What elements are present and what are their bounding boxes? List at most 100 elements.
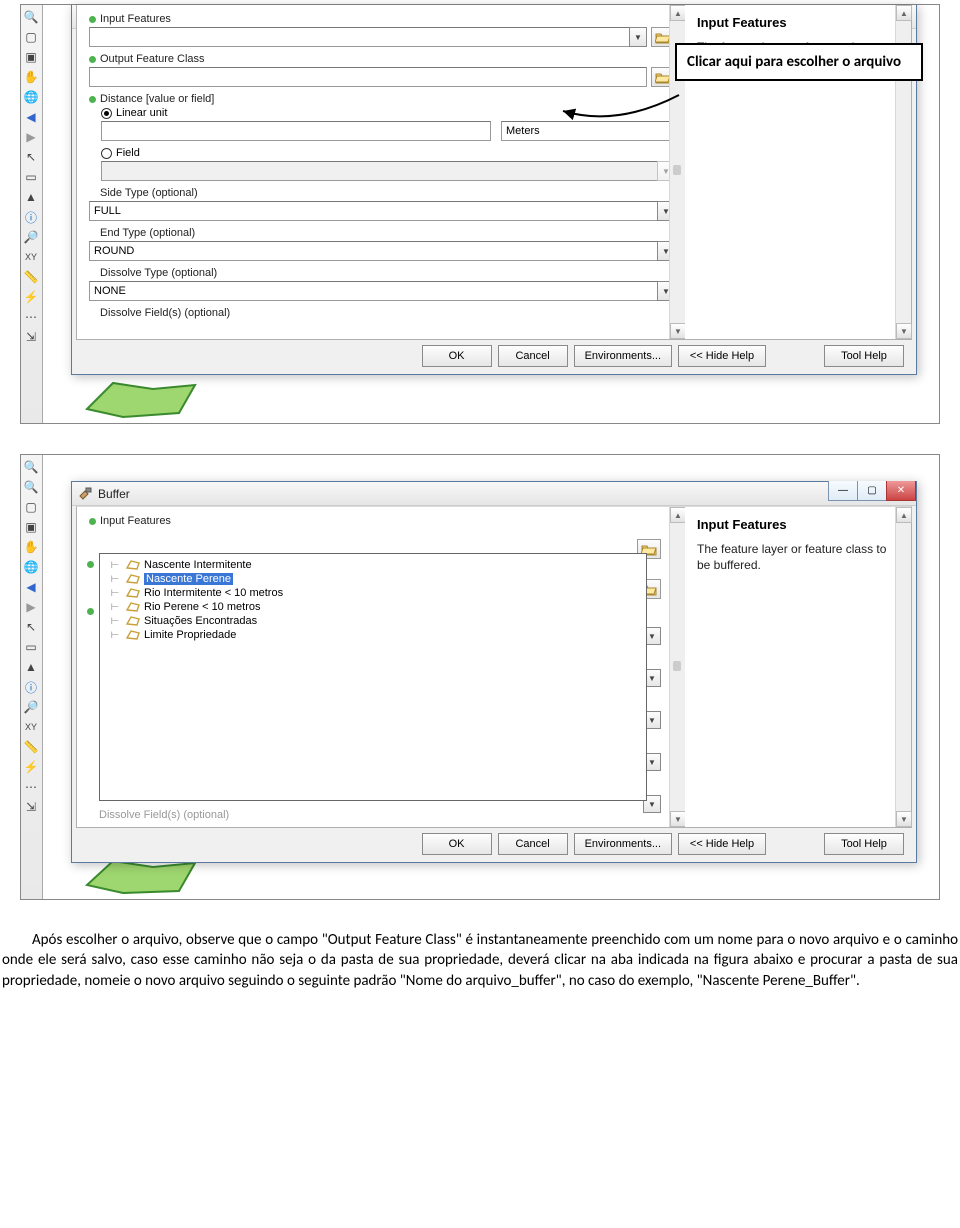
- dropdown-item[interactable]: ⊢Situações Encontradas: [106, 614, 640, 628]
- pan-icon[interactable]: ✋: [23, 69, 39, 85]
- select-icon[interactable]: ↖: [23, 149, 39, 165]
- dropdown-item-label: Rio Perene < 10 metros: [144, 601, 260, 613]
- dropdown-item[interactable]: ⊢Limite Propriedade: [106, 628, 640, 642]
- tool-icon[interactable]: ⇲: [23, 799, 39, 815]
- dialog-title: Buffer: [98, 487, 130, 501]
- globe-icon[interactable]: 🌐: [23, 89, 39, 105]
- scroll-thumb[interactable]: [673, 165, 681, 175]
- find-icon[interactable]: 🔎: [23, 699, 39, 715]
- pointer-icon[interactable]: ▲: [23, 189, 39, 205]
- next-extent-icon[interactable]: ▶: [23, 129, 39, 145]
- fullextent-icon[interactable]: ▢: [23, 499, 39, 515]
- map-polygon-icon: [83, 379, 203, 419]
- distance-label: Distance [value or field]: [100, 93, 214, 105]
- maximize-button[interactable]: ▢: [857, 481, 887, 501]
- vertical-toolbar: 🔍 🔍 ▢ ▣ ✋ 🌐 ◀ ▶ ↖ ▭ ▲ ⓘ 🔎 XY 📏 ⚡ ⋯ ⇲: [21, 455, 43, 899]
- identify-icon[interactable]: ⓘ: [23, 209, 39, 225]
- scroll-down-icon[interactable]: ▼: [896, 323, 912, 339]
- identify-icon[interactable]: ⓘ: [23, 679, 39, 695]
- cancel-button[interactable]: Cancel: [498, 833, 568, 855]
- fullextent-icon[interactable]: ▢: [23, 29, 39, 45]
- minimize-button[interactable]: —: [828, 481, 858, 501]
- dropdown-item[interactable]: ⊢Rio Perene < 10 metros: [106, 600, 640, 614]
- bolt-icon[interactable]: ⚡: [23, 759, 39, 775]
- polygon-layer-icon: [126, 588, 140, 598]
- help-text: The feature layer or feature class to be…: [697, 542, 899, 573]
- end-type-combo[interactable]: [89, 241, 657, 261]
- fixed-zoom-icon[interactable]: ▣: [23, 49, 39, 65]
- xy-icon[interactable]: XY: [23, 249, 39, 265]
- bolt-icon[interactable]: ⚡: [23, 289, 39, 305]
- annotation-text: Clicar aqui para escolher o arquivo: [687, 53, 901, 71]
- scroll-up-icon[interactable]: ▲: [896, 507, 912, 523]
- xy-icon[interactable]: XY: [23, 719, 39, 735]
- ok-button[interactable]: OK: [422, 345, 492, 367]
- cancel-button[interactable]: Cancel: [498, 345, 568, 367]
- polygon-layer-icon: [126, 602, 140, 612]
- dialog-titlebar[interactable]: Buffer — ▢ ✕: [72, 482, 916, 506]
- side-type-label: Side Type (optional): [100, 187, 198, 199]
- tool-help-button[interactable]: Tool Help: [824, 345, 904, 367]
- measure-icon[interactable]: 📏: [23, 739, 39, 755]
- input-features-dropdown-btn[interactable]: ▼: [629, 27, 647, 47]
- measure-icon[interactable]: 📏: [23, 269, 39, 285]
- scroll-down-icon[interactable]: ▼: [670, 323, 685, 339]
- scroll-up-icon[interactable]: ▲: [670, 5, 685, 21]
- fixed-zoom-icon[interactable]: ▣: [23, 519, 39, 535]
- buffer-dialog: Buffer — ▢ ✕ Input Features: [71, 481, 917, 863]
- tree-branch-icon: ⊢: [108, 560, 122, 571]
- prev-extent-icon[interactable]: ◀: [23, 579, 39, 595]
- scroll-up-icon[interactable]: ▲: [896, 5, 912, 21]
- field-combo: [101, 161, 657, 181]
- next-extent-icon[interactable]: ▶: [23, 599, 39, 615]
- form-pane: Input Features ▼ Output Feature Class: [77, 5, 685, 339]
- globe-icon[interactable]: 🌐: [23, 559, 39, 575]
- hide-help-button[interactable]: << Hide Help: [678, 833, 766, 855]
- input-features-dropdown-list[interactable]: ⊢Nascente Intermitente⊢Nascente Perene⊢R…: [99, 553, 647, 801]
- tool-help-button[interactable]: Tool Help: [824, 833, 904, 855]
- pointer-icon[interactable]: ▲: [23, 659, 39, 675]
- scroll-down-icon[interactable]: ▼: [896, 811, 912, 827]
- polygon-layer-icon: [126, 560, 140, 570]
- button-bar: OK Cancel Environments... << Hide Help T…: [76, 830, 912, 858]
- hammer-icon: [78, 487, 92, 501]
- input-features-field[interactable]: [89, 27, 629, 47]
- environments-button[interactable]: Environments...: [574, 833, 672, 855]
- output-fc-field[interactable]: [89, 67, 647, 87]
- dropdown-item[interactable]: ⊢Rio Intermitente < 10 metros: [106, 586, 640, 600]
- environments-button[interactable]: Environments...: [574, 345, 672, 367]
- side-type-combo[interactable]: [89, 201, 657, 221]
- close-button[interactable]: ✕: [886, 481, 916, 501]
- tool-icon[interactable]: ⇲: [23, 329, 39, 345]
- hide-help-button[interactable]: << Hide Help: [678, 345, 766, 367]
- scroll-thumb[interactable]: [673, 661, 681, 671]
- pan-icon[interactable]: ✋: [23, 539, 39, 555]
- zoom-out-icon[interactable]: 🔍: [23, 9, 39, 25]
- help-scrollbar[interactable]: ▲ ▼: [895, 507, 911, 827]
- prev-extent-icon[interactable]: ◀: [23, 109, 39, 125]
- scroll-down-icon[interactable]: ▼: [670, 811, 685, 827]
- dissolve-type-combo[interactable]: [89, 281, 657, 301]
- dissolve-type-label: Dissolve Type (optional): [100, 267, 217, 279]
- dissolve-fields-label-ghost: Dissolve Field(s) (optional): [99, 809, 229, 821]
- annotation-callout: Clicar aqui para escolher o arquivo: [675, 43, 923, 81]
- zoom-out-icon[interactable]: 🔍: [23, 479, 39, 495]
- linear-unit-value-field[interactable]: [101, 121, 491, 141]
- scroll-up-icon[interactable]: ▲: [670, 507, 685, 523]
- polygon-layer-icon: [126, 616, 140, 626]
- tree-branch-icon: ⊢: [108, 616, 122, 627]
- dropdown-item-label: Limite Propriedade: [144, 629, 236, 641]
- form-scrollbar[interactable]: ▲ ▼: [669, 507, 685, 827]
- dropdown-item[interactable]: ⊢Nascente Intermitente: [106, 558, 640, 572]
- more-icon[interactable]: ⋯: [23, 779, 39, 795]
- zoom-in-icon[interactable]: 🔍: [23, 459, 39, 475]
- more-icon[interactable]: ⋯: [23, 309, 39, 325]
- select-icon[interactable]: ↖: [23, 619, 39, 635]
- ok-button[interactable]: OK: [422, 833, 492, 855]
- dropdown-item[interactable]: ⊢Nascente Perene: [106, 572, 640, 586]
- help-title: Input Features: [697, 517, 899, 532]
- field-radio[interactable]: Field: [101, 147, 675, 159]
- find-icon[interactable]: 🔎: [23, 229, 39, 245]
- clear-sel-icon[interactable]: ▭: [23, 169, 39, 185]
- clear-sel-icon[interactable]: ▭: [23, 639, 39, 655]
